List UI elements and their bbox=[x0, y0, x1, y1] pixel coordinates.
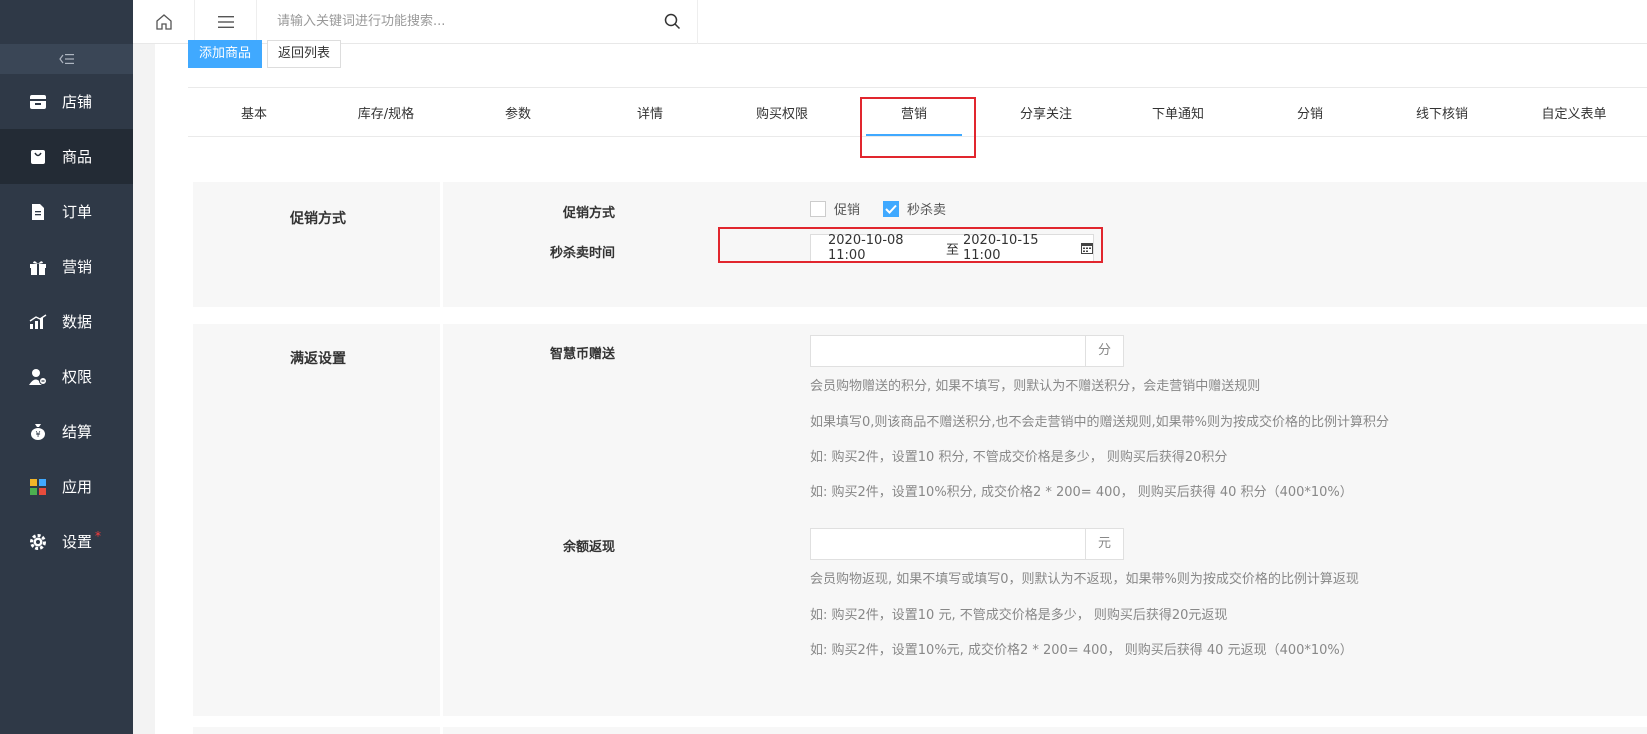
money-bag-icon: ¥ bbox=[28, 422, 48, 442]
sidebar: 店铺 商品 订单 营销 数据 权限 ¥ 结算 应用 设置 * bbox=[0, 0, 133, 734]
menu-icon[interactable] bbox=[195, 0, 257, 44]
gift-icon bbox=[28, 257, 48, 277]
tab-marketing[interactable]: 营销 bbox=[848, 88, 980, 136]
sidebar-item-label: 订单 bbox=[62, 203, 93, 221]
tab-distribution[interactable]: 分销 bbox=[1244, 88, 1376, 136]
check-icon bbox=[883, 200, 899, 217]
balance-hint: 如: 购买2件，设置10%元, 成交价格2 * 200= 400， 则购买后获得… bbox=[810, 643, 1353, 658]
collapse-icon[interactable] bbox=[0, 44, 133, 74]
coin-hint: 会员购物赠送的积分, 如果不填写，则默认为不赠送积分，会走营销中赠送规则 bbox=[810, 379, 1261, 394]
tab-params[interactable]: 参数 bbox=[452, 88, 584, 136]
seckill-checkbox[interactable]: 秒杀卖 bbox=[883, 199, 946, 218]
search-box bbox=[257, 0, 698, 44]
seckill-time-range-input[interactable]: 2020-10-08 11:00 至 2020-10-15 11:00 bbox=[810, 233, 1094, 263]
sidebar-item-settings[interactable]: 设置 * bbox=[0, 514, 133, 569]
seckill-checkbox-label: 秒杀卖 bbox=[907, 203, 947, 218]
sidebar-item-label: 设置 bbox=[62, 533, 93, 551]
coin-hint: 如: 购买2件，设置10%积分, 成交价格2 * 200= 400， 则购买后获… bbox=[810, 485, 1353, 500]
sidebar-item-goods[interactable]: 商品 bbox=[0, 129, 133, 184]
next-section-left bbox=[193, 727, 443, 734]
calendar-icon bbox=[1080, 242, 1093, 254]
tab-custom-form[interactable]: 自定义表单 bbox=[1508, 88, 1640, 136]
home-icon[interactable] bbox=[133, 0, 195, 44]
coin-gift-label: 智慧币赠送 bbox=[549, 347, 615, 362]
document-icon bbox=[28, 202, 48, 222]
sidebar-item-label: 店铺 bbox=[62, 93, 93, 111]
sidebar-item-label: 数据 bbox=[62, 313, 93, 331]
seckill-time-label: 秒杀卖时间 bbox=[549, 246, 615, 261]
add-goods-button[interactable]: 添加商品 bbox=[188, 40, 263, 68]
sidebar-item-settlement[interactable]: ¥ 结算 bbox=[0, 404, 133, 459]
rebate-section: 满返设置 智慧币赠送 分 会员购物赠送的积分, 如果不填写，则默认为不赠送积分，… bbox=[193, 324, 1647, 716]
rebate-section-left: 满返设置 bbox=[193, 324, 443, 716]
promo-checkbox[interactable]: 促销 bbox=[810, 199, 860, 218]
coin-hint: 如果填写0,则该商品不赠送积分,也不会走营销中的赠送规则,如果带%则为按成交价格… bbox=[810, 415, 1390, 430]
sidebar-top bbox=[0, 0, 133, 44]
main-panel: 添加商品 返回列表 基本 库存/规格 参数 详情 购买权限 营销 分享关注 下单… bbox=[155, 40, 1647, 734]
promo-section-title: 促销方式 bbox=[290, 211, 346, 227]
tab-basic[interactable]: 基本 bbox=[188, 88, 320, 136]
sidebar-item-apps[interactable]: 应用 bbox=[0, 459, 133, 514]
balance-cashback-input[interactable] bbox=[810, 528, 1086, 560]
balance-cashback-label: 余额返现 bbox=[562, 540, 615, 555]
promo-method-label: 促销方式 bbox=[562, 206, 615, 221]
promo-section: 促销方式 促销方式 促销 秒杀卖 秒杀卖时间 2020-10-08 11:00 … bbox=[193, 182, 1647, 307]
coin-unit: 分 bbox=[1086, 335, 1124, 367]
sidebar-item-permission[interactable]: 权限 bbox=[0, 349, 133, 404]
user-lock-icon bbox=[28, 367, 48, 387]
sidebar-item-marketing[interactable]: 营销 bbox=[0, 239, 133, 294]
coin-hint: 如: 购买2件，设置10 积分, 不管成交价格是多少， 则购买后获得20积分 bbox=[810, 450, 1228, 465]
rebate-section-title: 满返设置 bbox=[290, 351, 346, 367]
tab-details[interactable]: 详情 bbox=[584, 88, 716, 136]
tab-stock-spec[interactable]: 库存/规格 bbox=[320, 88, 452, 136]
sidebar-item-label: 结算 bbox=[62, 423, 93, 441]
search-input[interactable] bbox=[257, 0, 697, 44]
tab-bar: 基本 库存/规格 参数 详情 购买权限 营销 分享关注 下单通知 分销 线下核销… bbox=[188, 87, 1647, 137]
apps-icon bbox=[28, 477, 48, 497]
sidebar-item-label: 应用 bbox=[62, 478, 93, 496]
tab-order-notice[interactable]: 下单通知 bbox=[1112, 88, 1244, 136]
svg-text:¥: ¥ bbox=[35, 430, 40, 439]
tab-share-follow[interactable]: 分享关注 bbox=[980, 88, 1112, 136]
sidebar-item-orders[interactable]: 订单 bbox=[0, 184, 133, 239]
tab-purchase-permission[interactable]: 购买权限 bbox=[716, 88, 848, 136]
balance-hint: 会员购物返现, 如果不填写或填写0，则默认为不返现，如果带%则为按成交价格的比例… bbox=[810, 572, 1359, 587]
sidebar-item-store[interactable]: 店铺 bbox=[0, 74, 133, 129]
sidebar-item-data[interactable]: 数据 bbox=[0, 294, 133, 349]
next-section bbox=[193, 727, 1647, 734]
toolbar: 添加商品 返回列表 bbox=[188, 40, 342, 68]
coin-gift-input-group: 分 bbox=[810, 335, 1124, 367]
back-to-list-button[interactable]: 返回列表 bbox=[267, 40, 342, 68]
top-header bbox=[133, 0, 1647, 44]
end-time: 2020-10-15 11:00 bbox=[963, 233, 1039, 263]
balance-cashback-input-group: 元 bbox=[810, 528, 1124, 560]
sidebar-item-label: 商品 bbox=[62, 148, 93, 166]
gear-icon bbox=[28, 532, 48, 552]
tab-offline-verify[interactable]: 线下核销 bbox=[1376, 88, 1508, 136]
search-icon[interactable] bbox=[664, 13, 681, 34]
range-separator: 至 bbox=[945, 242, 959, 258]
sidebar-item-label: 权限 bbox=[62, 368, 93, 386]
checkbox-unchecked bbox=[810, 200, 826, 217]
balance-unit: 元 bbox=[1086, 528, 1124, 560]
chart-icon bbox=[28, 312, 48, 332]
store-icon bbox=[28, 92, 48, 112]
sidebar-item-label: 营销 bbox=[62, 258, 93, 276]
balance-hint: 如: 购买2件，设置10 元, 不管成交价格是多少， 则购买后获得20元返现 bbox=[810, 608, 1228, 623]
promo-checkbox-label: 促销 bbox=[834, 203, 861, 218]
start-time: 2020-10-08 11:00 bbox=[828, 233, 904, 263]
promo-section-left: 促销方式 bbox=[193, 182, 443, 307]
bag-icon bbox=[28, 147, 48, 167]
settings-badge: * bbox=[95, 528, 102, 543]
coin-gift-input[interactable] bbox=[810, 335, 1086, 367]
